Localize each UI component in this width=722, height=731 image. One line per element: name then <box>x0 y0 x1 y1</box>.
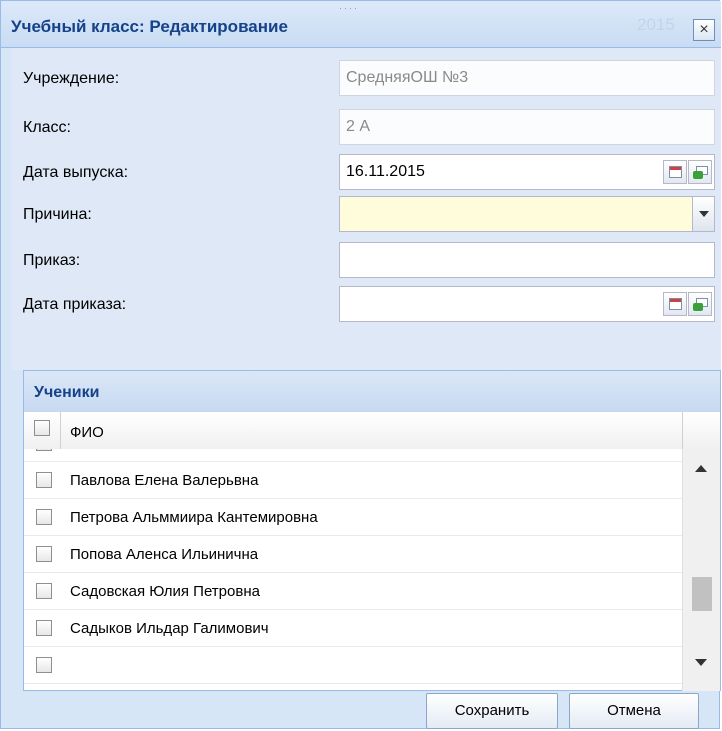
background-year-text: 2015 <box>637 15 675 34</box>
row-checkbox[interactable] <box>36 546 52 562</box>
students-panel: Ученики ФИО Павлова Елена Валерьвна Петр… <box>23 370 721 691</box>
students-rows: Павлова Елена Валерьвна Петрова Альммиир… <box>24 449 682 692</box>
grad-date-field[interactable]: 16.11.2015 <box>339 154 715 190</box>
calendar-icon[interactable] <box>663 292 687 316</box>
resize-grip-top[interactable]: ···· <box>339 3 379 13</box>
institution-label: Учреждение: <box>23 70 120 87</box>
scroll-down-icon[interactable] <box>695 659 707 666</box>
header-spacer <box>682 412 721 449</box>
grad-date-buttons <box>663 160 712 184</box>
dialog-title: Учебный класс: Редактирование <box>11 17 288 36</box>
students-scrollbar[interactable] <box>682 449 720 691</box>
dialog-titlebar[interactable]: ···· Учебный класс: Редактирование 2015 … <box>1 1 721 48</box>
grad-date-value: 16.11.2015 <box>346 163 425 180</box>
order-date-buttons <box>663 292 712 316</box>
students-panel-title: Ученики <box>34 384 100 401</box>
order-date-field[interactable] <box>339 286 715 322</box>
row-checkbox[interactable] <box>36 657 52 673</box>
class-field: 2 А <box>339 109 715 145</box>
institution-field: СредняяОШ №3 <box>339 60 715 96</box>
student-name: Павлова Елена Валерьвна <box>70 472 259 489</box>
students-panel-header: Ученики <box>24 371 720 413</box>
table-row[interactable]: Садовская Юлия Петровна <box>24 573 682 610</box>
student-name: Садыков Ильдар Галимович <box>70 620 269 637</box>
order-field[interactable] <box>339 242 715 278</box>
table-row[interactable]: Садыков Ильдар Галимович <box>24 610 682 647</box>
scrollbar-thumb[interactable] <box>692 577 712 611</box>
student-name: Петрова Альммиира Кантемировна <box>70 509 318 526</box>
calendar-icon[interactable] <box>663 160 687 184</box>
class-label: Класс: <box>23 119 71 136</box>
order-label: Приказ: <box>23 252 81 269</box>
student-name: Попова Аленса Ильинична <box>70 546 259 563</box>
row-checkbox[interactable] <box>36 620 52 636</box>
edit-class-dialog: ···· Учебный класс: Редактирование 2015 … <box>0 0 721 729</box>
clear-date-icon[interactable] <box>688 292 712 316</box>
table-row[interactable]: Павлова Елена Валерьвна <box>24 462 682 499</box>
row-checkbox[interactable] <box>36 583 52 599</box>
select-all-cell <box>24 412 61 449</box>
table-row[interactable]: Петрова Альммиира Кантемировна <box>24 499 682 536</box>
row-checkbox[interactable] <box>36 509 52 525</box>
grad-date-label: Дата выпуска: <box>23 164 129 181</box>
select-all-checkbox[interactable] <box>34 420 50 436</box>
table-row[interactable] <box>24 449 682 462</box>
table-row[interactable]: Попова Аленса Ильинична <box>24 536 682 573</box>
chevron-down-icon[interactable] <box>692 197 714 231</box>
cancel-button[interactable]: Отмена <box>569 693 699 729</box>
row-checkbox[interactable] <box>36 449 52 451</box>
column-header-fio[interactable]: ФИО <box>70 424 104 441</box>
save-button[interactable]: Сохранить <box>426 693 558 729</box>
form-area: Учреждение: СредняяОШ №3 Класс: 2 А Дата… <box>11 48 721 370</box>
reason-label: Причина: <box>23 206 92 223</box>
students-grid-header: ФИО <box>24 412 720 450</box>
clear-date-icon[interactable] <box>688 160 712 184</box>
row-checkbox[interactable] <box>36 472 52 488</box>
student-name: Садовская Юлия Петровна <box>70 583 260 600</box>
close-icon[interactable]: × <box>693 19 715 41</box>
order-date-label: Дата приказа: <box>23 296 127 313</box>
table-row[interactable] <box>24 647 682 684</box>
reason-combo[interactable] <box>339 196 715 232</box>
scroll-up-icon[interactable] <box>695 465 707 472</box>
